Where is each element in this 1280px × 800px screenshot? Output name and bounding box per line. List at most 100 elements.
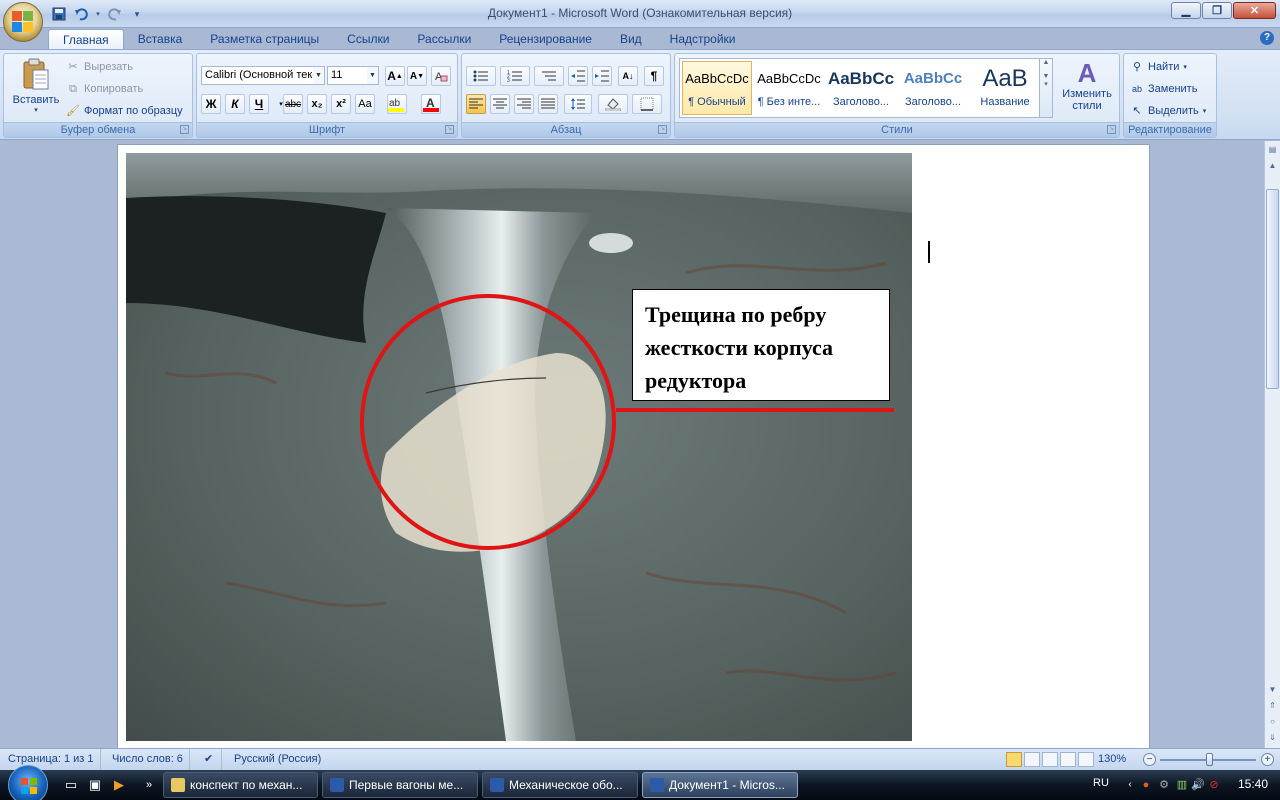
align-center-icon[interactable] [490,94,510,114]
select-browse-object-icon[interactable]: ○ [1266,715,1279,728]
font-launcher-icon[interactable]: ↘ [445,125,454,134]
tab-addins[interactable]: Надстройки [656,29,750,50]
decrease-indent-icon[interactable] [568,66,588,86]
format-painter-button[interactable]: 🖌 Формат по образцу [66,102,183,120]
zoom-in-icon[interactable]: + [1261,753,1274,766]
font-size-value: 11 [331,69,343,81]
clock[interactable]: 15:40 [1238,777,1268,791]
strikethrough-button[interactable]: abc [283,94,303,114]
tab-view[interactable]: Вид [606,29,656,50]
tab-references[interactable]: Ссылки [333,29,403,50]
superscript-button[interactable]: x² [331,94,351,114]
taskbar-item-3[interactable]: Механическое обо... [482,772,638,798]
replace-button[interactable]: ab Заменить [1130,80,1197,98]
help-icon[interactable]: ? [1260,31,1274,45]
style-title[interactable]: AaB Название [970,61,1040,115]
callout-textbox[interactable]: Трещина по ребру жесткости корпуса редук… [632,289,890,401]
show-paragraph-marks-icon[interactable]: ¶ [644,66,664,86]
web-layout-icon[interactable] [1042,752,1058,767]
language-indicator[interactable]: Русский (Россия) [228,749,327,770]
underline-button[interactable]: Ч [249,94,269,114]
media-player-icon[interactable]: ▶ [110,776,128,794]
show-desktop-icon[interactable]: ▭ [62,776,80,794]
explorer-icon[interactable]: ▣ [86,776,104,794]
multilevel-list-icon[interactable] [534,66,564,86]
start-button[interactable] [8,765,48,800]
zoom-slider-thumb[interactable] [1206,753,1213,766]
select-button[interactable]: ↖ Выделить ▾ [1130,102,1206,120]
font-size-field[interactable]: 11 ▼ [327,66,379,85]
tab-page-layout[interactable]: Разметка страницы [196,29,333,50]
borders-icon[interactable] [632,94,662,114]
style-heading-1[interactable]: AaBbCc Заголово... [826,61,896,115]
highlight-color-icon[interactable]: ab [387,94,407,114]
italic-button[interactable]: К [225,94,245,114]
previous-page-icon[interactable]: ⇑ [1266,699,1279,712]
tray-settings-icon[interactable]: ⚙ [1155,776,1173,794]
ruler-toggle-icon[interactable]: ▤ [1266,143,1279,156]
align-right-icon[interactable] [514,94,534,114]
language-bar[interactable]: RU [1093,777,1109,789]
align-left-icon[interactable] [466,94,486,114]
zoom-out-icon[interactable]: − [1143,753,1156,766]
cut-button[interactable]: ✂ Вырезать [66,58,133,76]
font-name-field[interactable]: Calibri (Основной текст) ▼ [201,66,325,85]
sort-icon[interactable]: A↓ [618,66,638,86]
subscript-button[interactable]: x₂ [307,94,327,114]
office-button[interactable] [3,2,43,42]
scroll-up-icon[interactable]: ▲ [1266,159,1279,172]
tab-mailings[interactable]: Рассылки [403,29,485,50]
paragraph-launcher-icon[interactable]: ↘ [658,125,667,134]
tab-review[interactable]: Рецензирование [485,29,606,50]
taskbar-item-4[interactable]: Документ1 - Micros... [642,772,798,798]
document-page[interactable]: Трещина по ребру жесткости корпуса редук… [117,144,1150,748]
copy-button[interactable]: ⧉ Копировать [66,80,143,98]
style-normal[interactable]: AaBbCcDc ¶ Обычный [682,61,752,115]
minimize-button[interactable]: ▁ [1171,2,1201,19]
paste-dropdown-icon[interactable]: ▾ [10,106,62,114]
proofing-icon[interactable]: ✔ [198,749,222,770]
taskbar-item-2[interactable]: Первые вагоны ме... [322,772,478,798]
tab-home[interactable]: Главная [48,29,124,50]
print-layout-icon[interactable] [1006,752,1022,767]
vertical-scrollbar[interactable]: ▤ ▲ ▼ ⇑ ○ ⇓ [1264,141,1280,748]
scrollbar-thumb[interactable] [1266,189,1279,389]
outline-icon[interactable] [1060,752,1076,767]
zoom-level[interactable]: 130% [1098,749,1126,770]
paste-button[interactable]: Вставить ▾ [10,58,62,120]
clipboard-launcher-icon[interactable]: ↘ [180,125,189,134]
styles-launcher-icon[interactable]: ↘ [1107,125,1116,134]
bullets-icon[interactable] [466,66,496,86]
shrink-font-button[interactable]: A ▼ [407,66,427,86]
line-spacing-icon[interactable] [564,94,592,114]
more-quicklaunch-icon[interactable]: » [140,776,158,794]
increase-indent-icon[interactable] [592,66,612,86]
scroll-down-icon[interactable]: ▼ [1266,683,1279,696]
shading-icon[interactable] [598,94,628,114]
word-count[interactable]: Число слов: 6 [106,749,190,770]
numbering-icon[interactable]: 123 [500,66,530,86]
font-color-icon[interactable]: A [421,94,441,114]
font-name-dropdown-icon[interactable]: ▼ [313,67,324,84]
change-styles-button[interactable]: A Изменить стили [1057,58,1117,118]
close-button[interactable]: ✕ [1233,2,1276,19]
restore-button[interactable]: ❐ [1202,2,1232,19]
bold-button[interactable]: Ж [201,94,221,114]
draft-icon[interactable] [1078,752,1094,767]
style-heading-2[interactable]: AaBbCc Заголово... [898,61,968,115]
justify-icon[interactable] [538,94,558,114]
clear-formatting-icon[interactable]: A [431,66,451,86]
styles-gallery-scroll[interactable]: ▲ ▼ ▾ [1039,58,1053,118]
next-page-icon[interactable]: ⇓ [1266,731,1279,744]
tray-app-icon[interactable]: ● [1137,776,1155,794]
full-screen-reading-icon[interactable] [1024,752,1040,767]
change-case-button[interactable]: Aa [355,94,375,114]
security-icon[interactable]: ⊘ [1205,776,1223,794]
photo-image[interactable]: Трещина по ребру жесткости корпуса редук… [126,153,912,741]
style-no-spacing[interactable]: AaBbCcDc ¶ Без инте... [754,61,824,115]
find-button[interactable]: ⚲ Найти ▾ [1130,58,1187,76]
grow-font-button[interactable]: A ▲ [385,66,405,86]
font-size-dropdown-icon[interactable]: ▼ [367,67,378,84]
tab-insert[interactable]: Вставка [124,29,197,50]
taskbar-item-1[interactable]: конспект по механ... [163,772,318,798]
